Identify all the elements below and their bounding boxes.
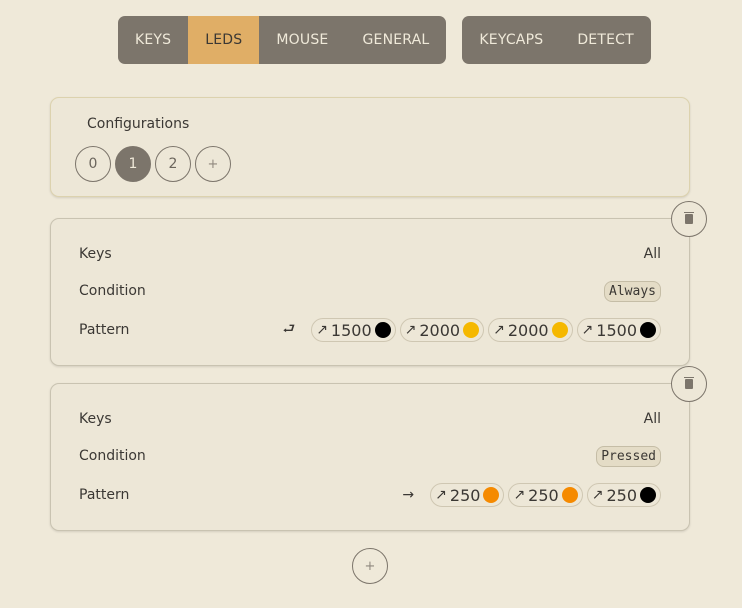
fade-arrow-icon: ↗ xyxy=(513,487,526,503)
fade-arrow-icon: ↗ xyxy=(493,322,505,338)
keys-row: Keys All xyxy=(79,407,661,431)
fade-arrow-icon: ↗ xyxy=(591,487,604,503)
trash-icon xyxy=(684,377,694,389)
color-swatch xyxy=(640,487,656,503)
tab-mouse[interactable]: MOUSE xyxy=(259,16,345,64)
condition-value[interactable]: Always xyxy=(604,280,661,302)
loop-icon[interactable]: ⮐ xyxy=(283,318,296,342)
color-swatch xyxy=(561,487,578,503)
keys-row: Keys All xyxy=(79,242,661,266)
fade-arrow-icon: ↗ xyxy=(581,322,594,338)
led-rule-card: Keys All Condition Pressed Pattern → ↗ 2… xyxy=(50,383,690,531)
tab-detect[interactable]: DETECT xyxy=(560,16,651,64)
tab-keys[interactable]: KEYS xyxy=(118,16,188,64)
once-arrow-icon[interactable]: → xyxy=(402,487,414,503)
delete-rule-button[interactable] xyxy=(671,201,707,237)
tab-general[interactable]: GENERAL xyxy=(345,16,446,64)
pattern-step[interactable]: ↗ 2000 xyxy=(488,318,573,342)
condition-label: Condition xyxy=(79,448,146,464)
pattern-step[interactable]: ↗ 250 xyxy=(508,483,583,507)
fade-arrow-icon: ↗ xyxy=(316,322,328,338)
add-configuration-button[interactable]: + xyxy=(195,146,231,182)
keys-label: Keys xyxy=(79,411,112,427)
pattern-label: Pattern xyxy=(79,487,130,503)
step-duration: 250 xyxy=(606,485,637,505)
condition-row: Condition Pressed xyxy=(79,444,661,468)
pattern-step[interactable]: ↗ 250 xyxy=(586,483,661,507)
step-duration: 250 xyxy=(528,485,559,505)
top-navigation: KEYS LEDS MOUSE GENERAL KEYCAPS DETECT xyxy=(118,16,651,64)
configuration-2-button[interactable]: 2 xyxy=(155,146,191,182)
add-rule-button[interactable]: + xyxy=(352,548,388,584)
color-swatch xyxy=(463,322,480,338)
keys-label: Keys xyxy=(79,246,112,262)
delete-rule-button[interactable] xyxy=(671,366,707,402)
tab-keycaps[interactable]: KEYCAPS xyxy=(462,16,560,64)
color-swatch xyxy=(483,487,500,503)
pattern-step[interactable]: ↗ 2000 xyxy=(399,318,485,342)
keys-value[interactable]: All xyxy=(644,411,661,427)
led-rule-card: Keys All Condition Always Pattern ⮐ ↗ 15… xyxy=(50,218,690,366)
condition-value[interactable]: Pressed xyxy=(596,445,661,467)
keys-value[interactable]: All xyxy=(644,246,661,262)
pattern-step[interactable]: ↗ 250 xyxy=(430,483,505,507)
nav-group-tools: KEYCAPS DETECT xyxy=(462,16,651,64)
step-duration: 2000 xyxy=(507,320,549,340)
trash-icon xyxy=(684,212,694,224)
pattern-step[interactable]: ↗ 1500 xyxy=(576,318,661,342)
pattern-steps: ⮐ ↗ 1500 ↗ 2000 ↗ 2000 ↗ 1500 xyxy=(283,318,661,342)
color-swatch xyxy=(640,322,656,338)
step-duration: 1500 xyxy=(596,320,637,340)
tab-leds[interactable]: LEDS xyxy=(188,16,260,64)
condition-label: Condition xyxy=(79,283,146,299)
configuration-0-button[interactable]: 0 xyxy=(75,146,111,182)
configuration-selector: 0 1 2 + xyxy=(75,146,231,182)
pattern-row: Pattern → ↗ 250 ↗ 250 ↗ 250 xyxy=(79,483,661,507)
pattern-label: Pattern xyxy=(79,322,130,338)
fade-arrow-icon: ↗ xyxy=(404,322,417,338)
nav-group-main: KEYS LEDS MOUSE GENERAL xyxy=(118,16,447,64)
fade-arrow-icon: ↗ xyxy=(435,487,447,503)
pattern-steps: → ↗ 250 ↗ 250 ↗ 250 xyxy=(402,483,661,507)
color-swatch xyxy=(551,322,568,338)
color-swatch xyxy=(374,322,391,338)
pattern-row: Pattern ⮐ ↗ 1500 ↗ 2000 ↗ 2000 ↗ 1500 xyxy=(79,318,661,342)
step-duration: 1500 xyxy=(330,320,372,340)
step-duration: 2000 xyxy=(419,320,461,340)
configurations-card: Configurations 0 1 2 + xyxy=(50,97,690,197)
configurations-title: Configurations xyxy=(87,116,190,132)
configuration-1-button[interactable]: 1 xyxy=(115,146,151,182)
step-duration: 250 xyxy=(449,485,481,505)
pattern-step[interactable]: ↗ 1500 xyxy=(311,318,396,342)
condition-row: Condition Always xyxy=(79,279,661,303)
